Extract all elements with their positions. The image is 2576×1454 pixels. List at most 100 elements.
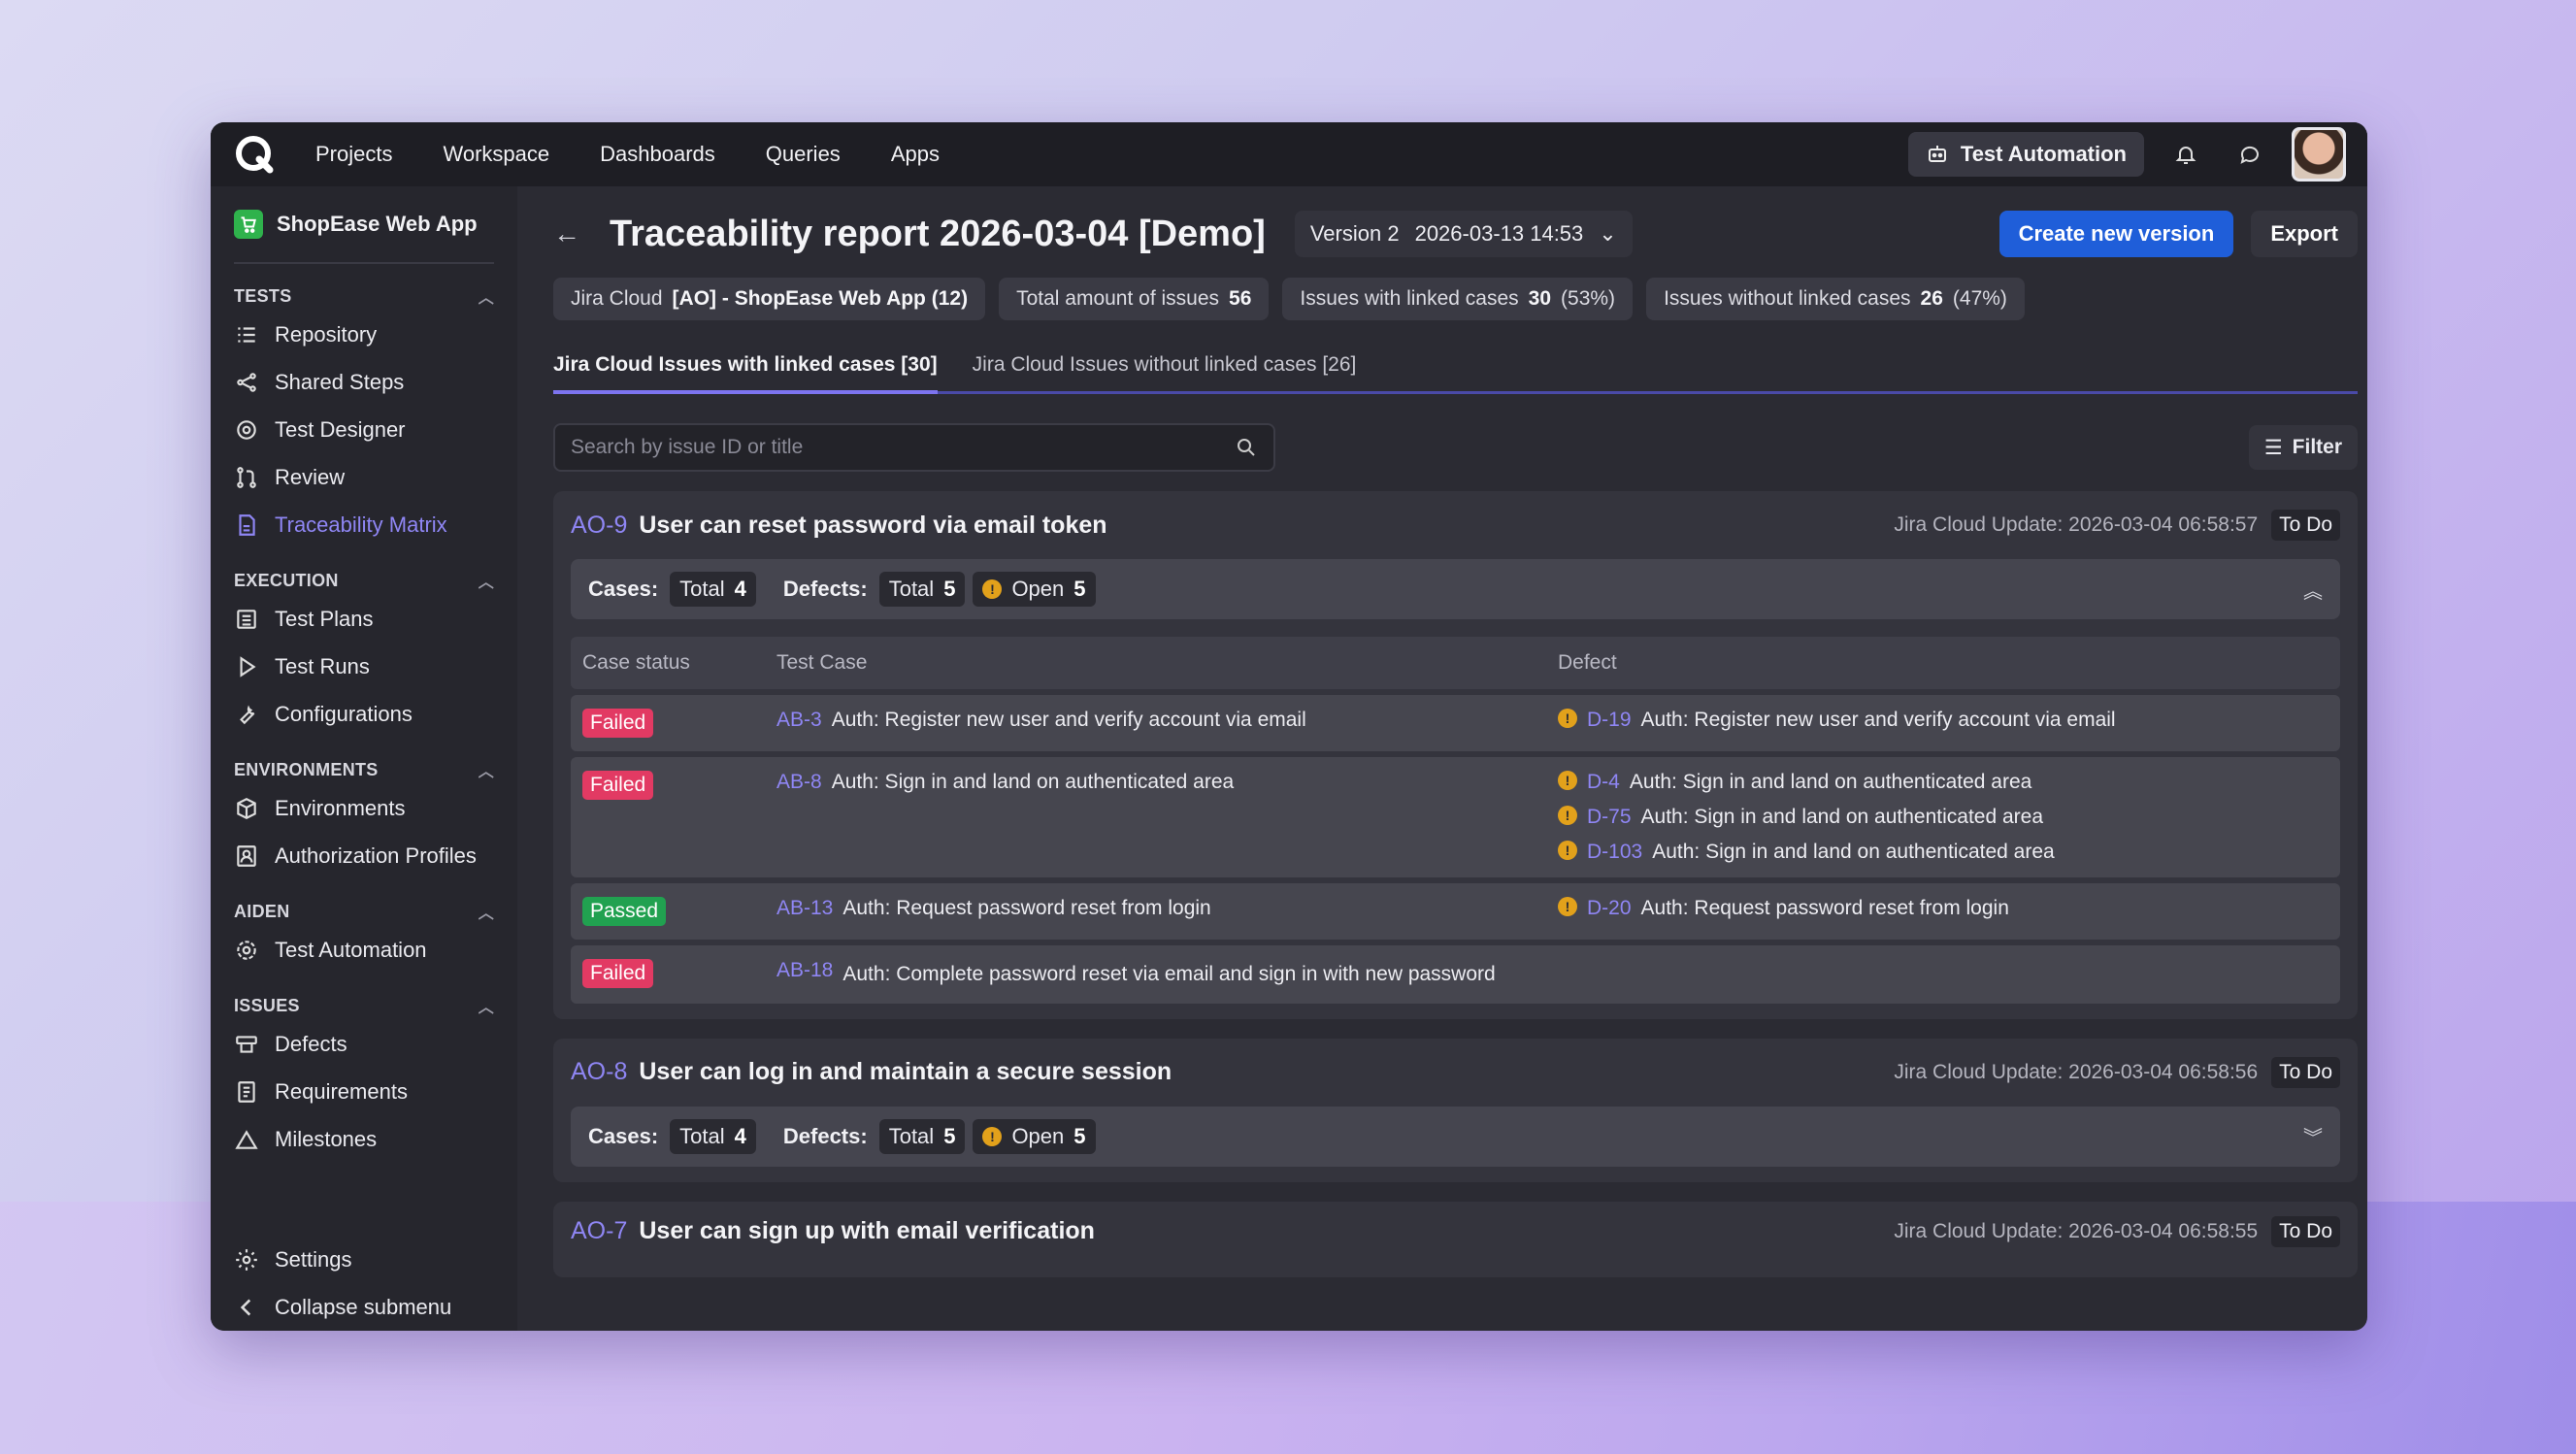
- nav-queries[interactable]: Queries: [766, 142, 841, 167]
- defect-title: Auth: Request password reset from login: [1640, 897, 2009, 919]
- stat-total: Total amount of issues 56: [999, 278, 1270, 320]
- section-issues[interactable]: ISSUES ︿: [234, 991, 494, 1020]
- sidebar-item-traceability-matrix[interactable]: Traceability Matrix: [234, 501, 494, 548]
- cases-label: Cases:: [588, 1123, 659, 1148]
- test-case-id[interactable]: AB-18: [776, 959, 833, 990]
- section-tests[interactable]: TESTS ︿: [234, 281, 494, 311]
- defect-id[interactable]: D-19: [1587, 709, 1632, 732]
- test-case-title: Auth: Sign in and land on authenticated …: [831, 771, 1235, 793]
- git-pull-request-icon: [237, 466, 256, 488]
- filter-button[interactable]: ☰ Filter: [2248, 425, 2358, 470]
- case-status-badge: Failed: [582, 959, 654, 988]
- sidebar-item-test-automation[interactable]: Test Automation: [234, 926, 494, 974]
- gear-spark-icon: [237, 940, 256, 960]
- sidebar-item-test-runs[interactable]: Test Runs: [234, 643, 494, 690]
- bug-icon: [236, 1035, 257, 1053]
- defect-id[interactable]: D-103: [1587, 841, 1642, 864]
- issue-summary[interactable]: Cases: Total 4 Defects: Total 5 ! Open 5 ︾: [571, 1106, 2340, 1167]
- tab-with-linked-cases[interactable]: Jira Cloud Issues with linked cases [30]: [553, 353, 938, 394]
- defect-id[interactable]: D-20: [1587, 897, 1632, 920]
- sidebar-item-test-plans[interactable]: Test Plans: [234, 595, 494, 643]
- chevron-double-down-icon[interactable]: ︾: [2303, 1122, 2323, 1150]
- tabs: Jira Cloud Issues with linked cases [30]…: [553, 353, 2358, 394]
- defect-title: Auth: Register new user and verify accou…: [1640, 709, 2116, 731]
- issue-id[interactable]: AO-7: [571, 1217, 627, 1245]
- tab-without-linked-cases[interactable]: Jira Cloud Issues without linked cases […: [973, 353, 1357, 391]
- section-aiden[interactable]: AIDEN ︿: [234, 897, 494, 926]
- sidebar-item-milestones[interactable]: Milestones: [234, 1115, 494, 1163]
- issue-update-time: Jira Cloud Update: 2026-03-04 06:58:55: [1894, 1219, 2259, 1242]
- chip-value: 5: [943, 577, 956, 601]
- top-navigation: Projects Workspace Dashboards Queries Ap…: [211, 122, 2367, 186]
- user-avatar[interactable]: [2292, 127, 2346, 182]
- main-content: ← Traceability report 2026-03-04 [Demo] …: [517, 186, 2367, 1331]
- defects-label: Defects:: [782, 577, 868, 601]
- test-case-title: Auth: Register new user and verify accou…: [831, 709, 1306, 731]
- collapse-submenu-button[interactable]: Collapse submenu: [234, 1283, 494, 1331]
- sidebar-item-repository[interactable]: Repository: [234, 311, 494, 358]
- table-header: Case status Test Case Defect: [571, 637, 2340, 689]
- chip-label: Total: [888, 577, 935, 601]
- test-case-id[interactable]: AB-3: [776, 709, 822, 738]
- sidebar-item-configurations[interactable]: Configurations: [234, 690, 494, 738]
- section-title: ISSUES: [234, 995, 300, 1015]
- chip-value: 5: [943, 1123, 956, 1148]
- defect-id[interactable]: D-4: [1587, 771, 1620, 794]
- chevron-up-icon: ︿: [478, 1000, 494, 1016]
- issue-id[interactable]: AO-8: [571, 1058, 627, 1086]
- stat-value: 56: [1229, 287, 1252, 310]
- issue-card: AO-8 User can log in and maintain a secu…: [553, 1038, 2358, 1182]
- stat-linked: Issues with linked cases 30 (53%): [1282, 278, 1634, 320]
- chevron-left-icon: [240, 1298, 251, 1316]
- sidebar-item-authorization-profiles[interactable]: Authorization Profiles: [234, 832, 494, 879]
- chevron-up-icon: ︿: [478, 575, 494, 591]
- search-input[interactable]: Search by issue ID or title: [553, 423, 1275, 472]
- sidebar-item-requirements[interactable]: Requirements: [234, 1068, 494, 1115]
- defect-title: Auth: Sign in and land on authenticated …: [1652, 841, 2055, 863]
- project-name: ShopEase Web App: [277, 212, 478, 236]
- cart-icon: [234, 210, 263, 239]
- section-execution[interactable]: EXECUTION ︿: [234, 566, 494, 595]
- sidebar-item-label: Review: [275, 464, 346, 489]
- create-new-version-button[interactable]: Create new version: [1998, 211, 2234, 257]
- test-case-id[interactable]: AB-13: [776, 897, 833, 926]
- sidebar-item-label: Test Designer: [275, 416, 406, 442]
- nav-workspace[interactable]: Workspace: [443, 142, 549, 167]
- nav-projects[interactable]: Projects: [315, 142, 392, 167]
- back-arrow-icon[interactable]: ←: [553, 218, 580, 249]
- sidebar-item-label: Configurations: [275, 701, 413, 726]
- nav-apps[interactable]: Apps: [891, 142, 940, 167]
- sidebar-item-label: Requirements: [275, 1078, 408, 1104]
- chip-value: 4: [734, 1123, 746, 1148]
- chip-label: Total: [679, 1123, 725, 1148]
- project-selector[interactable]: ShopEase Web App: [234, 186, 494, 264]
- chip-label: Open: [1011, 577, 1065, 601]
- stat-label: Issues with linked cases: [1300, 287, 1519, 310]
- section-environments[interactable]: ENVIRONMENTS ︿: [234, 755, 494, 784]
- chip-value: 4: [734, 577, 746, 601]
- export-button[interactable]: Export: [2251, 211, 2358, 257]
- issue-id[interactable]: AO-9: [571, 512, 627, 540]
- test-case-id[interactable]: AB-8: [776, 771, 822, 864]
- issue-title: User can sign up with email verification: [639, 1217, 1095, 1244]
- stat-jira: Jira Cloud [AO] - ShopEase Web App (12): [553, 278, 986, 320]
- sidebar-item-review[interactable]: Review: [234, 453, 494, 501]
- sidebar-item-shared-steps[interactable]: Shared Steps: [234, 358, 494, 406]
- app-logo-icon[interactable]: [232, 132, 277, 177]
- share-icon: [237, 372, 256, 392]
- section-title: AIDEN: [234, 901, 290, 921]
- nav-dashboards[interactable]: Dashboards: [600, 142, 715, 167]
- sidebar-item-label: Defects: [275, 1031, 347, 1056]
- sidebar-item-environments[interactable]: Environments: [234, 784, 494, 832]
- sidebar-item-defects[interactable]: Defects: [234, 1020, 494, 1068]
- sidebar-item-settings[interactable]: Settings: [234, 1236, 494, 1283]
- bell-icon[interactable]: [2163, 132, 2208, 177]
- test-automation-button[interactable]: Test Automation: [1907, 132, 2144, 177]
- chat-icon[interactable]: [2228, 132, 2272, 177]
- chevron-double-up-icon[interactable]: ︽: [2303, 576, 2323, 604]
- table-icon: [237, 609, 256, 629]
- sidebar-item-test-designer[interactable]: Test Designer: [234, 406, 494, 453]
- version-selector[interactable]: Version 2 2026-03-13 14:53 ⌄: [1294, 211, 1633, 257]
- issue-summary[interactable]: Cases: Total 4 Defects: Total 5 ! Open 5 ︽: [571, 559, 2340, 619]
- defect-id[interactable]: D-75: [1587, 806, 1632, 829]
